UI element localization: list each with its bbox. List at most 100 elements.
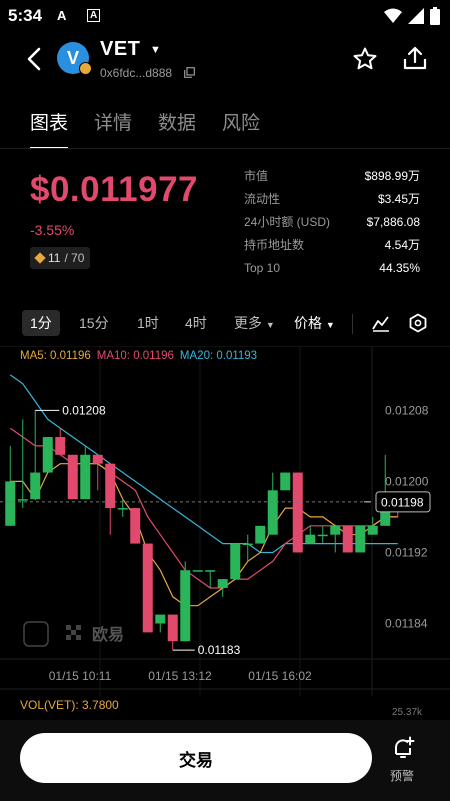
watermark-logo — [23, 621, 49, 647]
x-tick-label: 01/15 16:02 — [248, 669, 312, 683]
token-header: V VET ▼ 0x6fdc...d888 — [0, 32, 450, 92]
stat-label: 市值 — [244, 169, 269, 183]
x-tick-label: 01/15 10:11 — [49, 669, 112, 683]
settings-hexagon-icon[interactable] — [408, 313, 428, 333]
rank-diamond-icon — [34, 252, 46, 264]
status-time: 5:34 — [8, 6, 43, 25]
max-marker-label: 0.01208 — [62, 403, 106, 417]
stat-row-volume-24h: 24小时额 (USD) $7,886.08 — [244, 210, 420, 233]
candle-body — [367, 525, 378, 535]
stat-value: 4.54万 — [384, 238, 420, 252]
ma-legend: MA5: 0.01196 MA10: 0.01196 MA20: 0.01193 — [20, 350, 257, 362]
candle-body — [342, 525, 353, 553]
candle-body — [167, 614, 178, 642]
tab-details[interactable]: 详情 — [94, 108, 132, 149]
watermark-logo-square — [71, 630, 76, 635]
interval-1m[interactable]: 1分 — [22, 310, 60, 336]
current-price-label: 0.01198 — [381, 495, 424, 509]
wifi-icon — [384, 8, 402, 23]
interval-1h[interactable]: 1时 — [137, 313, 159, 333]
app-notification-icon: A — [87, 9, 101, 22]
stat-row-holders: 持币地址数 4.54万 — [244, 233, 420, 256]
rank-total: / 70 — [64, 251, 85, 265]
candle-body — [155, 614, 166, 624]
stat-label: 24小时额 (USD) — [244, 215, 331, 229]
interval-4h[interactable]: 4时 — [185, 313, 207, 333]
share-icon[interactable] — [402, 45, 428, 71]
chevron-down-icon: ▼ — [325, 320, 335, 330]
tab-data[interactable]: 数据 — [158, 108, 196, 149]
candle-body — [205, 570, 216, 572]
ma10-legend: MA10: 0.01196 — [96, 350, 174, 362]
candle-body — [5, 481, 16, 526]
copy-icon[interactable] — [184, 67, 195, 78]
system-icons — [384, 7, 440, 25]
candle-body — [267, 490, 278, 535]
ma20-legend: MA20: 0.01193 — [179, 350, 258, 362]
watermark-logo-square — [76, 635, 81, 640]
x-tick-label: 01/15 13:12 — [148, 669, 212, 683]
candle-body — [192, 570, 203, 572]
candle-body — [292, 472, 303, 553]
chevron-down-icon: ▼ — [265, 320, 275, 330]
candle-body — [305, 534, 316, 544]
candlestick-chart[interactable]: 0.01208 0.01200 0.01192 0.01184 01/15 10:11 0… — [0, 346, 450, 696]
app-notification-icon: A — [57, 8, 67, 23]
toolbar-divider — [352, 314, 353, 334]
candle-body — [42, 437, 53, 473]
candle-body — [92, 454, 103, 464]
rank-value: 11 — [48, 251, 61, 265]
y-tick-label: 0.01192 — [385, 545, 428, 559]
candle-body — [117, 508, 128, 510]
trade-button[interactable]: 交易 — [20, 733, 372, 783]
volume-axis-label: 25.37k — [392, 707, 423, 718]
tabs-divider — [0, 148, 450, 149]
interval-15m[interactable]: 15分 — [79, 313, 109, 333]
favorite-star-icon[interactable] — [352, 46, 378, 72]
price-type-menu[interactable]: 价格 ▼ — [294, 313, 335, 333]
watermark-logo-square — [66, 625, 71, 630]
battery-icon — [430, 7, 440, 25]
rank-badge[interactable]: 11 / 70 — [30, 247, 91, 269]
candle-body — [330, 525, 341, 535]
ma5-legend: MA5: 0.01196 — [20, 350, 91, 362]
bottom-action-bar: 交易 预警 — [0, 720, 450, 801]
signal-icon — [408, 8, 424, 24]
price-alert-bell-icon[interactable] — [391, 736, 415, 760]
stat-value: $898.99万 — [364, 169, 420, 183]
stat-label: 流动性 — [244, 192, 281, 206]
current-price: $0.011977 — [30, 170, 199, 209]
y-tick-label: 0.01184 — [385, 616, 428, 630]
token-address: 0x6fdc...d888 — [100, 66, 173, 80]
indicator-icon[interactable] — [371, 313, 391, 333]
stat-row-top10: Top 10 44.35% — [244, 256, 420, 279]
price-change: -3.55% — [30, 222, 75, 238]
back-arrow-icon[interactable] — [22, 46, 48, 72]
candle-body — [17, 499, 28, 501]
candle-body — [355, 525, 366, 553]
candle-body — [180, 570, 191, 642]
y-tick-label: 0.01208 — [385, 403, 429, 417]
token-logo-letter: V — [66, 47, 79, 68]
stat-label: 持币地址数 — [244, 238, 305, 252]
candle-body — [217, 579, 228, 588]
watermark-logo-square — [66, 635, 71, 640]
candle-body — [30, 472, 41, 500]
volume-label: VOL(VET): 3.7800 — [20, 698, 119, 712]
token-symbol[interactable]: VET — [100, 38, 140, 61]
tab-chart[interactable]: 图表 — [30, 108, 69, 149]
candle-body — [230, 543, 241, 580]
candle-body — [130, 508, 141, 544]
min-marker-label: 0.01183 — [198, 643, 241, 657]
tab-risk[interactable]: 风险 — [222, 108, 260, 149]
more-intervals-menu[interactable]: 更多 ▼ — [234, 313, 275, 333]
status-bar: 5:34 A A — [0, 0, 450, 32]
detail-tabs: 图表 详情 数据 风险 — [30, 108, 260, 149]
interval-bar: 1分 15分 1时 4时 更多 ▼ 价格 ▼ — [0, 310, 450, 342]
candle-body — [67, 454, 78, 500]
token-dropdown-icon[interactable]: ▼ — [150, 44, 161, 56]
more-label: 更多 — [234, 315, 262, 331]
candle-body — [80, 454, 91, 500]
candle-body — [280, 472, 291, 491]
stat-label: Top 10 — [244, 260, 281, 275]
